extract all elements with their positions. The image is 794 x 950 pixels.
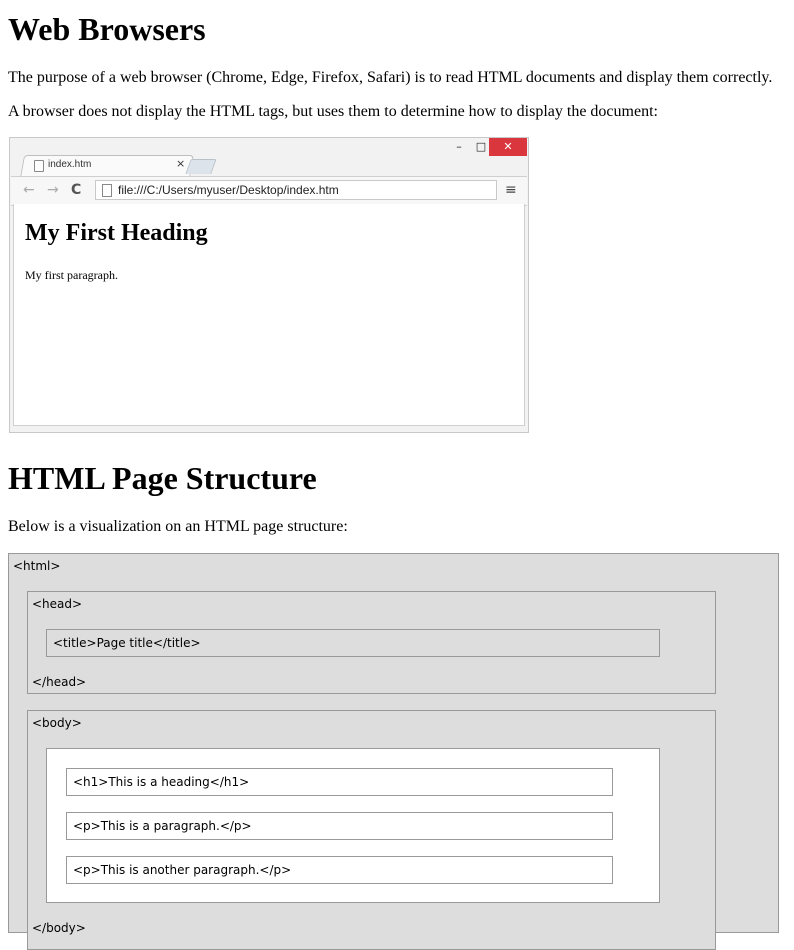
p-element-box-2: <p>This is another paragraph.</p> bbox=[66, 856, 613, 884]
head-element-box: <head> <title>Page title</title> </head> bbox=[27, 591, 716, 694]
head-open-tag: <head> bbox=[32, 597, 83, 611]
body-content-box: <h1>This is a heading</h1> <p>This is a … bbox=[46, 748, 660, 903]
intro-paragraph: The purpose of a web browser (Chrome, Ed… bbox=[8, 69, 773, 86]
address-text: file:///C:/Users/myuser/Desktop/index.ht… bbox=[118, 183, 339, 197]
browser-viewport: My First Heading My first paragraph. bbox=[13, 204, 525, 426]
maximize-icon: □ bbox=[475, 140, 487, 153]
browser-description-paragraph: A browser does not display the HTML tags… bbox=[8, 103, 658, 120]
body-close-tag: </body> bbox=[32, 921, 86, 935]
document-icon bbox=[102, 184, 112, 197]
p-element-box: <p>This is a paragraph.</p> bbox=[66, 812, 613, 840]
html-element-box: <html> <head> <title>Page title</title> … bbox=[8, 553, 779, 950]
p-tag-2: <p>This is another paragraph.</p> bbox=[73, 863, 292, 877]
rendered-paragraph: My first paragraph. bbox=[25, 268, 118, 282]
h1-element-box: <h1>This is a heading</h1> bbox=[66, 768, 613, 796]
body-element-box: <body> <h1>This is a heading</h1> <p>Thi… bbox=[27, 710, 716, 950]
browser-toolbar: ← → C file:///C:/Users/myuser/Desktop/in… bbox=[11, 176, 527, 206]
tab-label: index.htm bbox=[48, 159, 92, 170]
address-bar: file:///C:/Users/myuser/Desktop/index.ht… bbox=[95, 180, 497, 200]
page-title-web-browsers: Web Browsers bbox=[8, 11, 206, 47]
reload-icon: C bbox=[71, 182, 82, 198]
page-title-html-structure: HTML Page Structure bbox=[8, 460, 317, 496]
head-close-tag: </head> bbox=[32, 675, 87, 689]
document-icon bbox=[34, 160, 44, 172]
title-tag: <title>Page title</title> bbox=[53, 636, 201, 650]
html-open-tag: <html> bbox=[13, 559, 61, 573]
p-tag: <p>This is a paragraph.</p> bbox=[73, 819, 252, 833]
browser-window-illustration: index.htm × – □ ✕ ← → C file:///C:/Users… bbox=[9, 137, 529, 433]
h1-tag: <h1>This is a heading</h1> bbox=[73, 775, 250, 789]
forward-arrow-icon: → bbox=[47, 182, 59, 198]
title-element-box: <title>Page title</title> bbox=[46, 629, 660, 657]
body-open-tag: <body> bbox=[32, 716, 82, 730]
structure-description-paragraph: Below is a visualization on an HTML page… bbox=[8, 518, 348, 535]
back-arrow-icon: ← bbox=[23, 182, 35, 198]
minimize-icon: – bbox=[456, 140, 462, 153]
close-window-icon: ✕ bbox=[489, 138, 527, 156]
tab-close-icon: × bbox=[176, 157, 186, 170]
new-tab-button bbox=[185, 159, 217, 174]
rendered-heading: My First Heading bbox=[25, 220, 208, 246]
hamburger-menu-icon: ≡ bbox=[505, 182, 517, 198]
